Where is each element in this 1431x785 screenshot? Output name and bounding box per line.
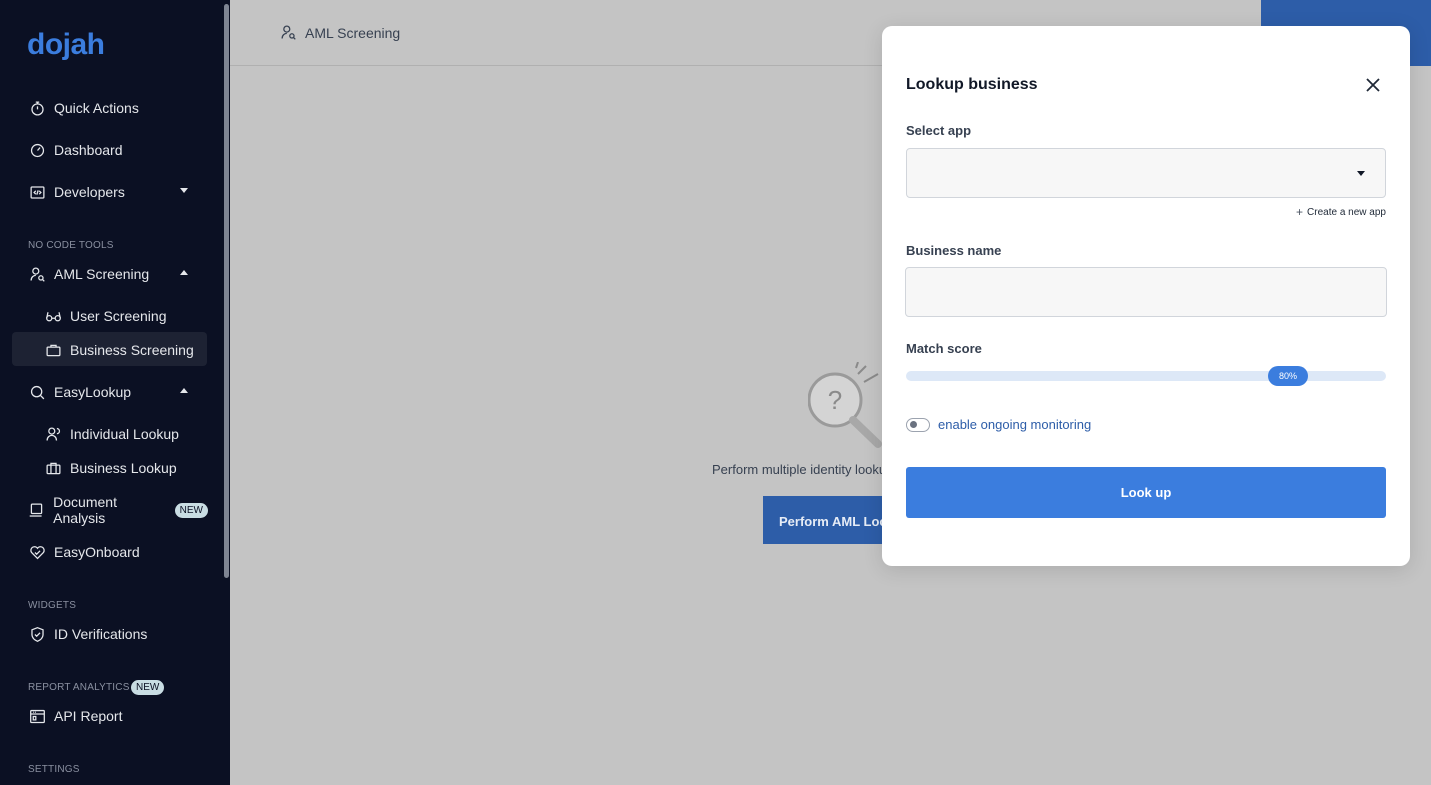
gauge-icon [28,141,46,159]
empty-state-text: Perform multiple identity lookups [712,462,882,477]
sidebar-item-label: Dashboard [54,142,123,158]
create-new-app-link[interactable]: + Create a new app [1296,205,1386,219]
sidebar-scrollbar[interactable] [224,4,229,578]
sidebar-item-label: Individual Lookup [70,426,179,442]
stopwatch-icon [28,99,46,117]
ongoing-monitoring-label[interactable]: enable ongoing monitoring [938,417,1091,432]
sidebar-item-label: AML Screening [54,266,150,282]
match-score-label: Match score [906,341,982,356]
sidebar-item-label: EasyLookup [54,384,132,400]
sidebar: dojah Quick Actions Dashboard Developers… [0,0,230,785]
select-app-label: Select app [906,123,972,138]
search-icon [28,383,46,401]
sidebar-item-label: Quick Actions [54,100,139,116]
dojah-logo[interactable]: dojah [27,28,105,62]
sidebar-item-individual-lookup[interactable]: Individual Lookup [44,422,224,446]
sidebar-item-label: API Report [54,708,123,724]
perform-aml-lookup-button[interactable]: Perform AML Lookup [763,496,882,544]
sidebar-item-business-lookup[interactable]: Business Lookup [44,456,224,480]
modal-title: Lookup business [906,76,1038,93]
new-badge: NEW [174,502,208,518]
section-label-settings: SETTINGS [28,764,80,775]
match-score-slider[interactable] [906,371,1386,381]
shield-check-icon [28,625,46,643]
sidebar-item-label: EasyOnboard [54,544,140,560]
sidebar-item-business-screening[interactable]: Business Screening [44,338,224,362]
sidebar-item-label: Document Analysis [53,494,117,526]
ongoing-monitoring-toggle[interactable] [906,418,930,432]
chevron-up-icon [180,270,188,275]
browser-window-icon [28,707,46,725]
sidebar-item-dashboard[interactable]: Dashboard [28,138,208,162]
page-title: AML Screening [280,24,400,41]
sidebar-item-label: User Screening [70,308,167,324]
sidebar-item-label: Developers [54,184,125,200]
match-score-slider-handle[interactable]: 80% [1268,366,1308,386]
section-label-widgets: WIDGETS [28,600,77,611]
new-badge: NEW [131,680,165,695]
toggle-knob [910,421,917,428]
create-new-app-label: Create a new app [1307,206,1386,218]
briefcase-icon [44,459,62,477]
users-icon [44,425,62,443]
section-label-no-code-tools: NO CODE TOOLS [28,240,114,251]
select-app-dropdown[interactable] [906,148,1386,198]
magnifier-question-illustration: ? [808,362,882,448]
user-search-icon [28,265,46,283]
sidebar-item-label: Business Screening [70,342,194,358]
look-up-button[interactable]: Look up [906,467,1386,518]
sidebar-item-document-analysis[interactable]: Document Analysis NEW [28,494,208,526]
sidebar-item-developers[interactable]: Developers [28,180,208,204]
briefcase-icon [44,341,62,359]
section-label-report-analytics: REPORT ANALYTICS [28,682,130,693]
glasses-icon [44,307,62,325]
sidebar-item-label: Business Lookup [70,460,177,476]
chevron-up-icon [180,388,188,393]
close-icon [1366,78,1380,92]
business-name-input[interactable] [905,267,1387,317]
business-name-label: Business name [906,243,1002,258]
user-search-icon [281,25,296,40]
sidebar-item-quick-actions[interactable]: Quick Actions [28,96,208,120]
sidebar-item-user-screening[interactable]: User Screening [44,304,224,328]
chevron-down-icon [180,188,188,193]
plus-icon: + [1296,205,1304,219]
svg-text:?: ? [828,385,842,415]
sidebar-item-label: ID Verifications [54,626,148,642]
sidebar-item-aml-screening[interactable]: AML Screening [28,262,208,286]
page-title-text: AML Screening [305,24,401,41]
laptop-icon [28,501,45,519]
chevron-down-icon [1357,171,1365,176]
lookup-business-modal: Lookup business Select app + Create a ne… [882,26,1410,566]
heart-handshake-icon [28,543,46,561]
close-button[interactable] [1362,74,1384,96]
sidebar-item-easylookup[interactable]: EasyLookup [28,380,208,404]
sidebar-item-api-report[interactable]: API Report [28,704,208,728]
sidebar-item-easyonboard[interactable]: EasyOnboard [28,540,208,564]
sidebar-item-id-verifications[interactable]: ID Verifications [28,622,208,646]
code-icon [28,183,46,201]
